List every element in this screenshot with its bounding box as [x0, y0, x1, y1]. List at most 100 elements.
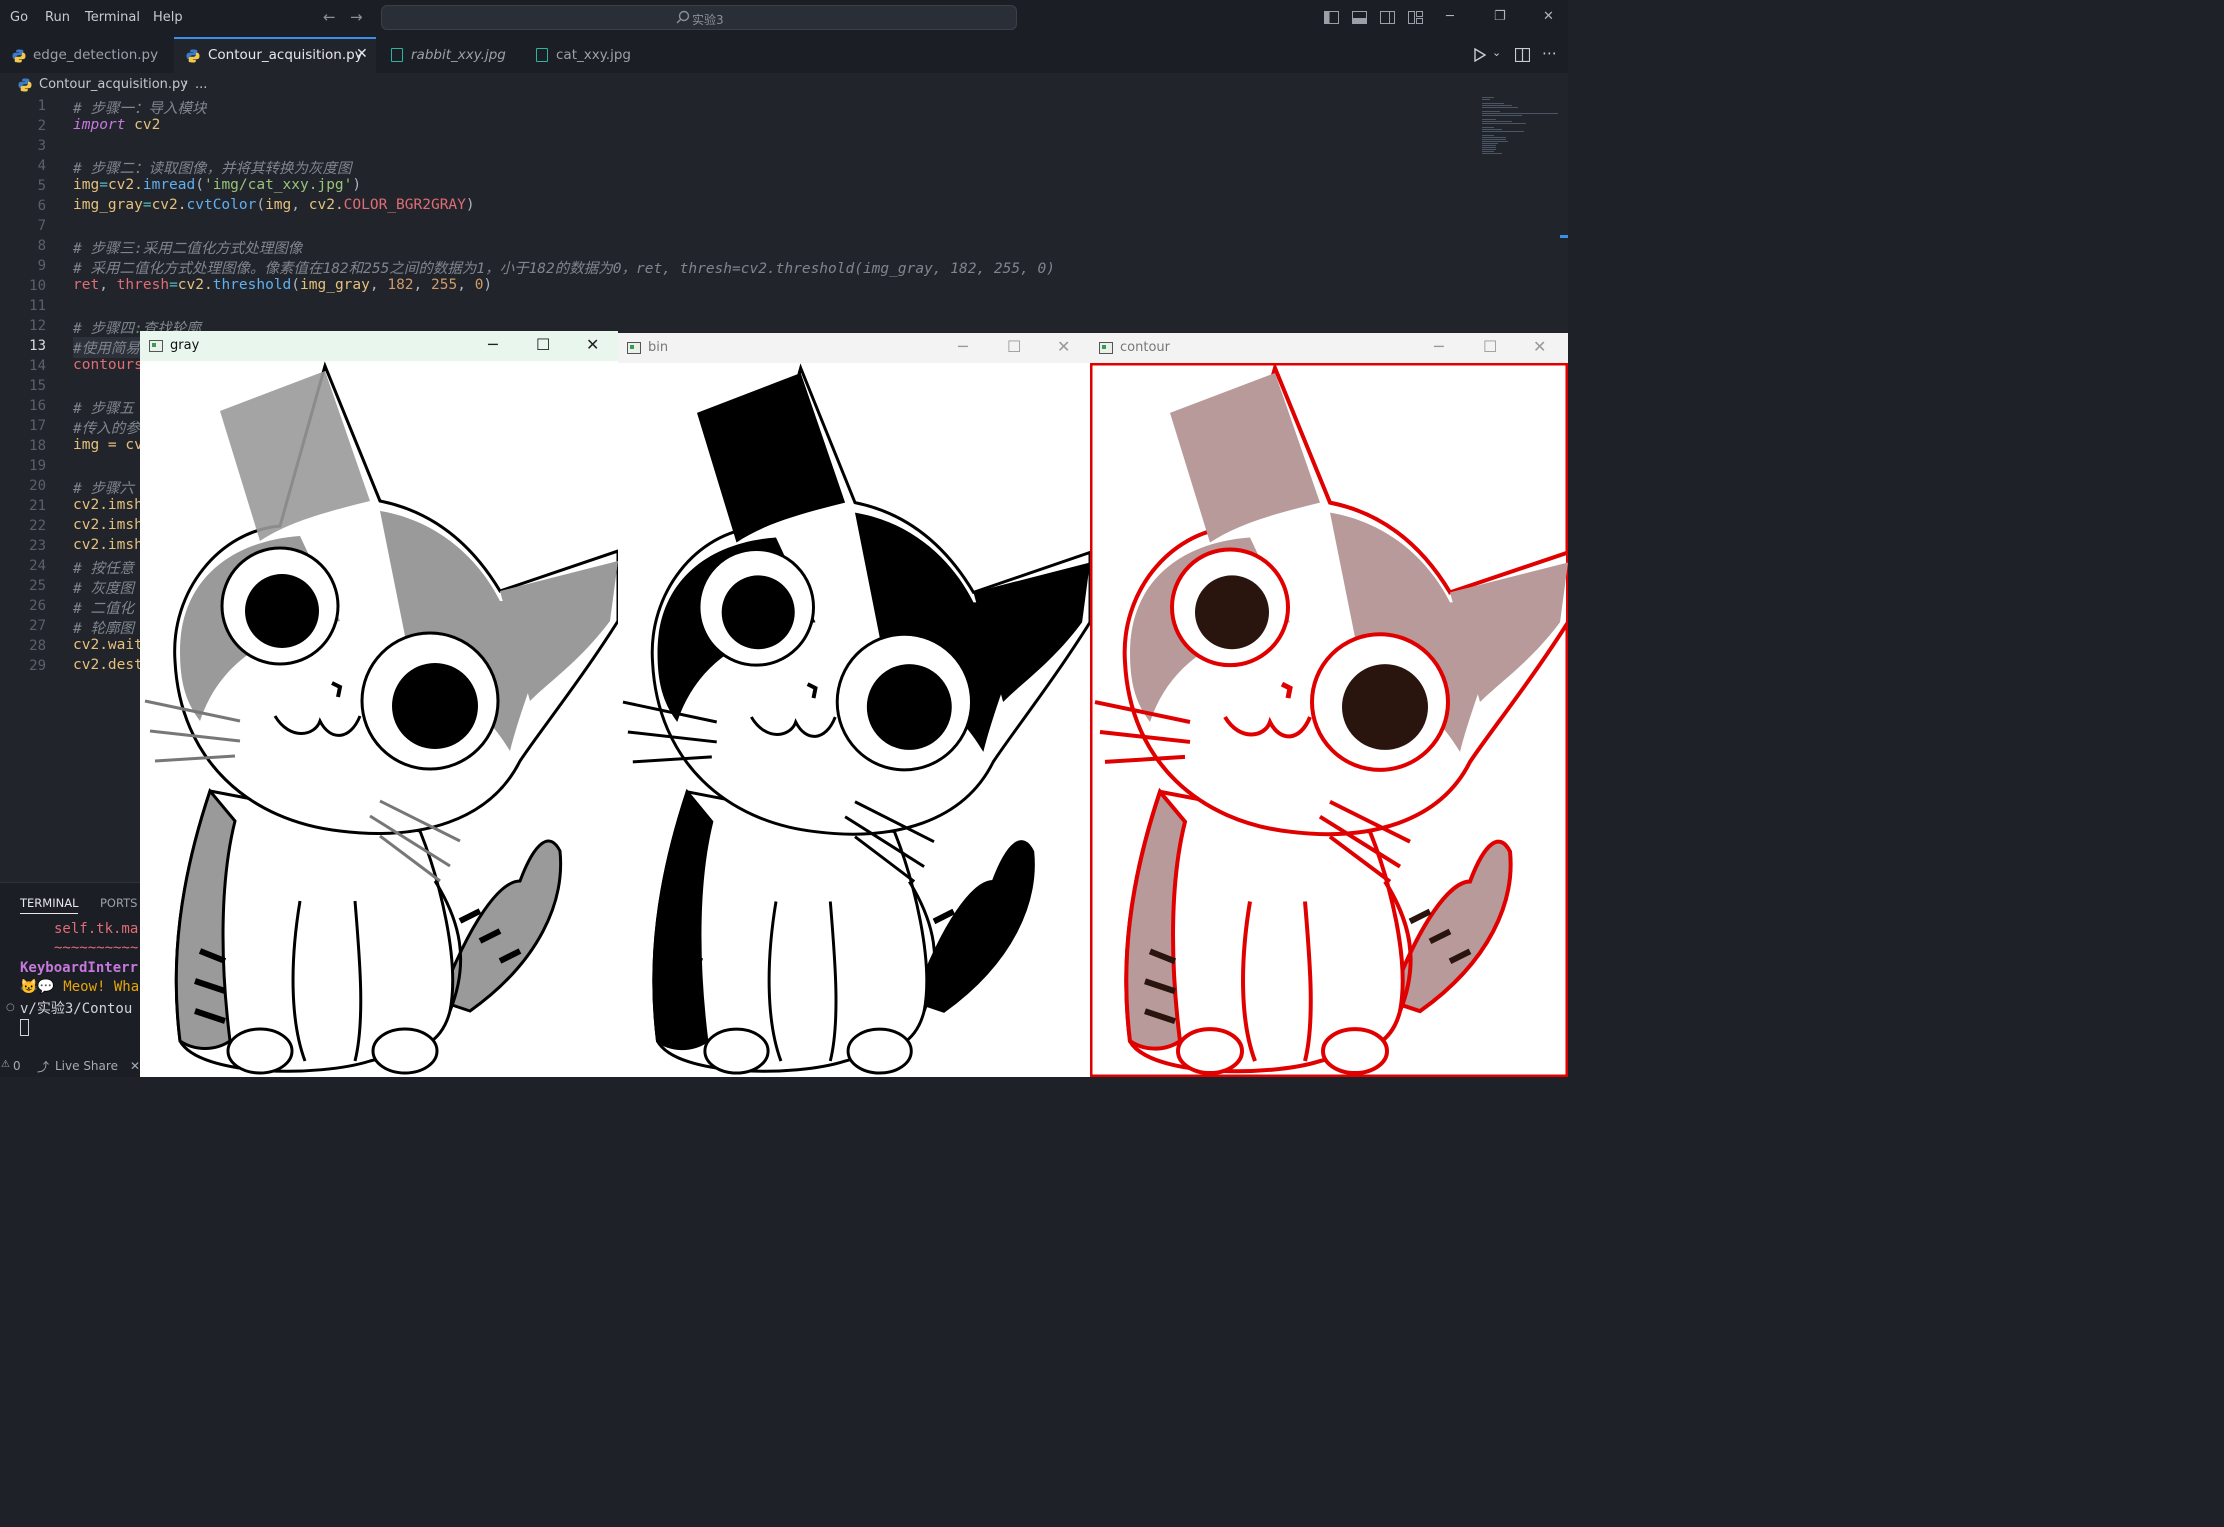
window-minimize-icon[interactable]: ─	[1434, 337, 1444, 356]
prompt-circle-icon: ○	[6, 1002, 15, 1013]
window-maximize-icon[interactable]: ☐	[1007, 337, 1021, 356]
line-number: 23	[29, 538, 46, 554]
line-number: 14	[29, 358, 46, 374]
chevron-right-icon: ›	[183, 76, 189, 91]
code-line-24: # 按任意	[73, 561, 134, 577]
code-line-10: ret, thresh=cv2.threshold(img_gray, 182,…	[73, 277, 493, 293]
title-bar: Go Run Terminal Help ← → 实验3 ─ ❐ ✕	[0, 0, 1568, 37]
minimize-icon[interactable]: ─	[1446, 9, 1454, 24]
terminal-line: self.tk.ma	[54, 921, 139, 937]
search-icon	[676, 10, 690, 24]
line-number: 12	[29, 318, 46, 334]
window-title: bin	[648, 340, 669, 355]
run-file-icon[interactable]	[1474, 48, 1486, 62]
window-gray[interactable]: gray ─ ☐ ✕	[140, 331, 618, 1077]
back-arrow-icon[interactable]: ←	[323, 8, 336, 26]
menu-terminal[interactable]: Terminal	[85, 10, 140, 25]
window-minimize-icon[interactable]: ─	[958, 337, 968, 356]
python-icon	[18, 78, 32, 92]
terminal-line: KeyboardInterr	[20, 960, 139, 976]
terminal-panel[interactable]: TERMINAL PORTS self.tk.ma ~~~~~~~~~~ Key…	[0, 882, 140, 1055]
tab-edge-detection[interactable]: edge_detection.py	[0, 37, 174, 73]
breadcrumb-symbol[interactable]: ...	[195, 77, 207, 92]
line-number: 19	[29, 458, 46, 474]
code-line-18: img = cv	[73, 437, 143, 453]
problems-count[interactable]: 0	[13, 1059, 21, 1073]
line-number: 21	[29, 498, 46, 514]
line-number: 16	[29, 398, 46, 414]
terminal-line: v/实验3/Contou	[20, 1001, 133, 1017]
menu-go[interactable]: Go	[10, 10, 28, 25]
tools-icon[interactable]: ✕	[130, 1059, 140, 1073]
breadcrumb-file[interactable]: Contour_acquisition.py	[39, 77, 188, 92]
minimap[interactable]	[1478, 97, 1560, 157]
line-number: 3	[37, 138, 46, 154]
tab-label: Contour_acquisition.py	[208, 47, 363, 63]
window-app-icon	[149, 340, 163, 352]
code-line-8: # 步骤三:采用二值化方式处理图像	[73, 241, 303, 257]
live-share-icon: ⤴	[37, 1060, 50, 1074]
terminal-cursor	[20, 1019, 29, 1036]
close-icon[interactable]: ✕	[1543, 9, 1554, 24]
tab-terminal[interactable]: TERMINAL	[20, 896, 79, 914]
more-actions-icon[interactable]: ⋯	[1542, 44, 1557, 62]
code-line-23: cv2.imsh	[73, 537, 143, 553]
window-bin[interactable]: bin ─ ☐ ✕	[618, 333, 1090, 1077]
toggle-secondary-sidebar-icon[interactable]	[1380, 11, 1395, 24]
line-number: 6	[37, 198, 46, 214]
live-share-button[interactable]: Live Share	[55, 1059, 118, 1073]
python-icon	[12, 49, 26, 63]
window-maximize-icon[interactable]: ☐	[1483, 337, 1497, 356]
code-line-26: # 二值化	[73, 601, 134, 617]
window-titlebar[interactable]: bin ─ ☐ ✕	[618, 333, 1090, 363]
window-maximize-icon[interactable]: ☐	[536, 335, 550, 354]
restore-icon[interactable]: ❐	[1494, 9, 1506, 24]
toggle-primary-sidebar-icon[interactable]	[1324, 11, 1339, 24]
line-number: 2	[37, 118, 46, 134]
code-line-13: #使用简易	[73, 337, 140, 358]
window-titlebar[interactable]: gray ─ ☐ ✕	[140, 331, 618, 361]
toggle-panel-icon[interactable]	[1352, 11, 1367, 24]
warning-icon[interactable]: ⚠	[1, 1059, 10, 1070]
line-number: 27	[29, 618, 46, 634]
line-number: 17	[29, 418, 46, 434]
window-app-icon	[627, 342, 641, 354]
tab-rabbit-image[interactable]: rabbit_xxy.jpg	[376, 37, 522, 73]
window-titlebar[interactable]: contour ─ ☐ ✕	[1090, 333, 1568, 363]
window-app-icon	[1099, 342, 1113, 354]
code-line-4: # 步骤二：读取图像，并将其转换为灰度图	[73, 161, 352, 177]
window-title: contour	[1120, 340, 1170, 355]
code-line-29: cv2.dest	[73, 657, 143, 673]
window-minimize-icon[interactable]: ─	[488, 335, 498, 354]
menu-run[interactable]: Run	[45, 10, 70, 25]
code-line-20: # 步骤六	[73, 481, 134, 497]
window-contour[interactable]: contour ─ ☐ ✕	[1090, 333, 1568, 1077]
tab-ports[interactable]: PORTS	[100, 896, 137, 910]
grayscale-cat-image	[140, 361, 618, 1077]
split-editor-icon[interactable]	[1515, 48, 1530, 62]
line-number: 13	[29, 338, 46, 354]
code-line-21: cv2.imsh	[73, 497, 143, 513]
tab-contour-acquisition[interactable]: Contour_acquisition.py ✕	[174, 37, 376, 73]
tab-cat-image[interactable]: cat_xxy.jpg	[522, 37, 642, 73]
code-line-9: # 采用二值化方式处理图像。像素值在182和255之间的数据为1，小于182的数…	[73, 261, 1056, 277]
window-close-icon[interactable]: ✕	[1533, 337, 1546, 356]
code-line-27: # 轮廓图	[73, 621, 134, 637]
line-number: 24	[29, 558, 46, 574]
command-search-box[interactable]: 实验3	[381, 5, 1017, 30]
line-number: 26	[29, 598, 46, 614]
line-number: 18	[29, 438, 46, 454]
scroll-position-marker	[1560, 235, 1568, 238]
line-number: 20	[29, 478, 46, 494]
menu-help[interactable]: Help	[153, 10, 183, 25]
window-close-icon[interactable]: ✕	[586, 335, 599, 354]
line-number: 22	[29, 518, 46, 534]
customize-layout-icon[interactable]	[1408, 11, 1423, 24]
breadcrumb: Contour_acquisition.py › ...	[0, 73, 1568, 97]
tab-close-icon[interactable]: ✕	[356, 46, 368, 62]
terminal-line: ~~~~~~~~~~	[54, 940, 139, 956]
line-number: 10	[29, 278, 46, 294]
window-close-icon[interactable]: ✕	[1057, 337, 1070, 356]
forward-arrow-icon[interactable]: →	[350, 8, 363, 26]
run-dropdown-chevron-down-icon[interactable]: ⌄	[1492, 46, 1501, 59]
